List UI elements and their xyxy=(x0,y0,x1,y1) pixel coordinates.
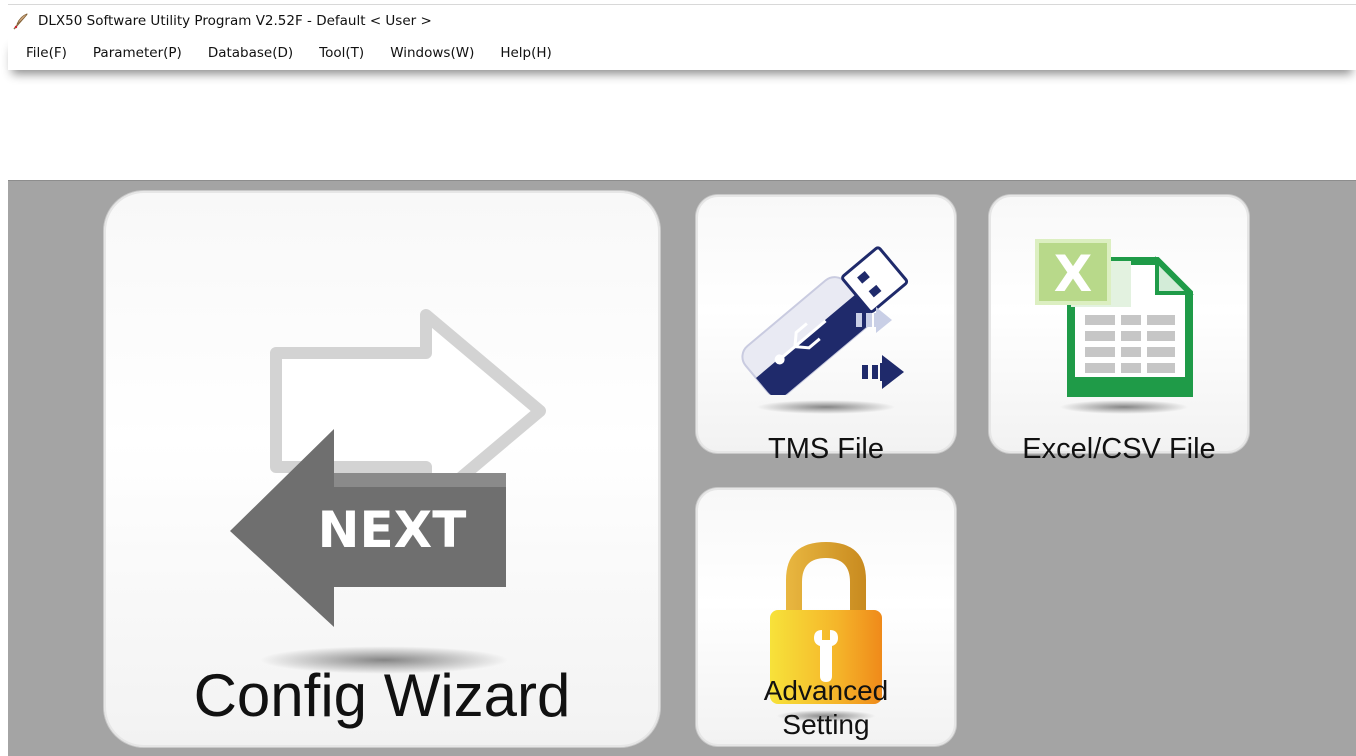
excel-file-icon: X xyxy=(1035,239,1194,397)
excel-csv-file-label: Excel/CSV File xyxy=(1022,433,1216,465)
menu-database[interactable]: Database(D) xyxy=(195,36,306,70)
menu-file[interactable]: File(F) xyxy=(8,36,80,70)
window-title: DLX50 Software Utility Program V2.52F - … xyxy=(38,13,432,29)
usb-drive-icon xyxy=(741,246,909,395)
advanced-setting-button[interactable]: Advanced Setting xyxy=(696,488,956,746)
advanced-setting-label-line1: Advanced xyxy=(763,675,889,706)
menu-bar: File(F) Parameter(P) Database(D) Tool(T)… xyxy=(8,36,1356,70)
config-wizard-label: Config Wizard xyxy=(193,662,571,729)
menu-tool[interactable]: Tool(T) xyxy=(306,36,377,70)
advanced-setting-label-line2: Setting xyxy=(782,709,870,740)
excel-csv-file-button[interactable]: X Excel/CSV File xyxy=(989,195,1249,465)
next-icon-text: NEXT xyxy=(318,501,467,559)
tms-file-label: TMS File xyxy=(768,433,884,465)
app-window: DLX50 Software Utility Program V2.52F - … xyxy=(0,0,1356,756)
config-wizard-button[interactable]: NEXT Config Wizard xyxy=(104,191,660,747)
feather-pen-icon xyxy=(10,10,32,32)
tms-file-shadow xyxy=(756,400,896,414)
workspace: NEXT Config Wizard TMS File X Excel/CSV … xyxy=(8,180,1356,756)
excel-file-shadow xyxy=(1059,400,1189,414)
excel-x-text: X xyxy=(1054,245,1093,303)
toolbar-area xyxy=(8,70,1356,180)
next-arrows-icon: NEXT xyxy=(230,309,546,627)
menu-windows[interactable]: Windows(W) xyxy=(377,36,487,70)
menu-help[interactable]: Help(H) xyxy=(487,36,564,70)
advanced-setting-label: Advanced Setting xyxy=(696,674,956,742)
title-bar: DLX50 Software Utility Program V2.52F - … xyxy=(8,4,1356,37)
menu-parameter[interactable]: Parameter(P) xyxy=(80,36,195,70)
tms-file-button[interactable]: TMS File xyxy=(696,195,956,465)
